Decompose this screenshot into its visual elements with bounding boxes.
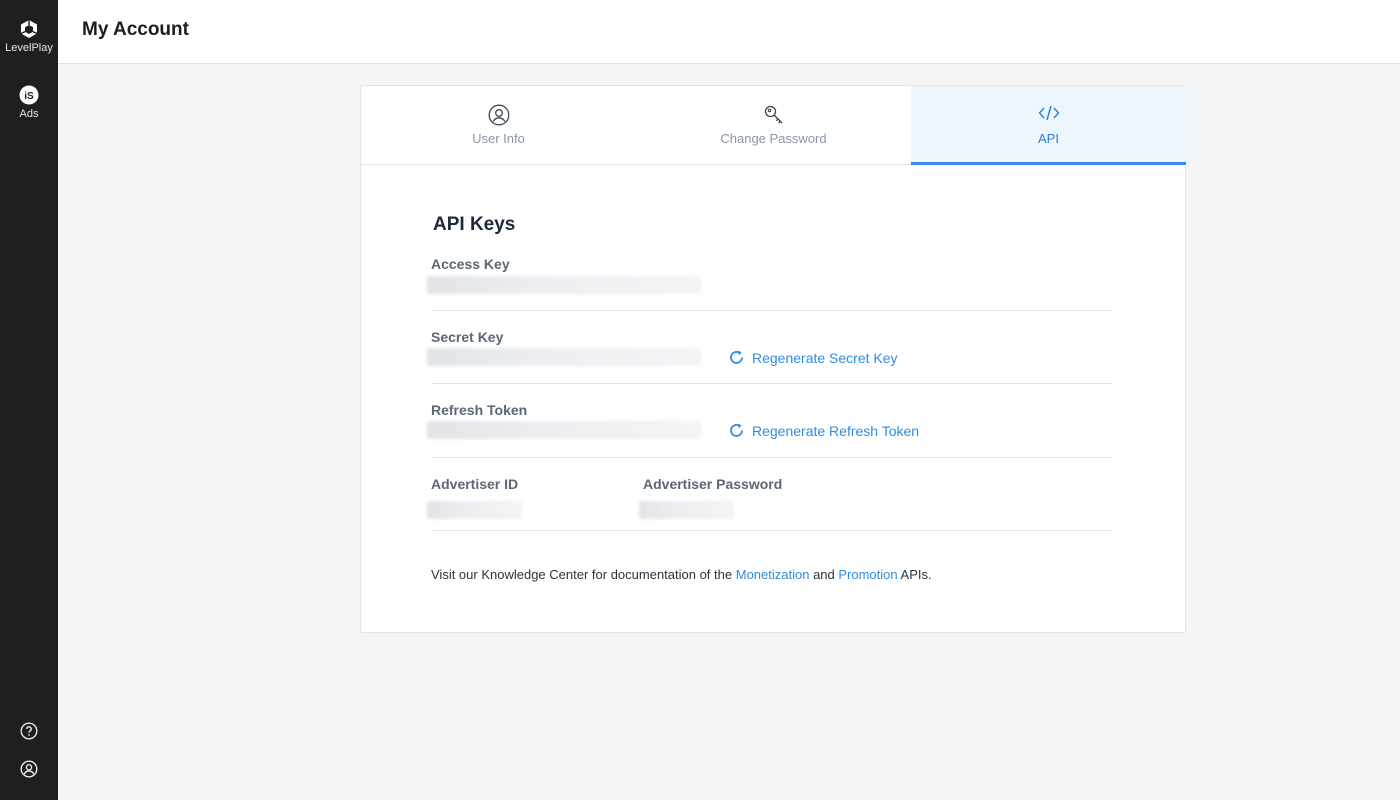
footnote-text: and bbox=[809, 567, 839, 582]
advertiser-id-label: Advertiser ID bbox=[431, 476, 519, 492]
tab-api[interactable]: API bbox=[911, 86, 1186, 165]
user-circle-icon bbox=[488, 104, 509, 126]
tab-label: Change Password bbox=[720, 131, 827, 146]
access-key-label: Access Key bbox=[431, 256, 510, 272]
help-icon bbox=[20, 722, 38, 740]
code-icon bbox=[1038, 105, 1059, 121]
sidebar-item-label: Ads bbox=[19, 108, 39, 120]
top-bar: My Account bbox=[58, 0, 1400, 64]
divider bbox=[432, 310, 1113, 311]
regenerate-secret-key-label: Regenerate Secret Key bbox=[752, 349, 898, 366]
secret-key-value bbox=[427, 348, 701, 366]
is-logo-icon: iS bbox=[19, 85, 39, 105]
tab-label: User Info bbox=[472, 131, 525, 146]
footnote-text: Visit our Knowledge Center for documenta… bbox=[431, 567, 736, 582]
sidebar-item-ads[interactable]: iS Ads bbox=[0, 85, 58, 120]
refresh-token-value bbox=[427, 421, 701, 439]
refresh-icon bbox=[730, 350, 743, 364]
help-button[interactable] bbox=[0, 722, 58, 740]
documentation-note: Visit our Knowledge Center for documenta… bbox=[431, 567, 932, 582]
advertiser-password-value bbox=[639, 501, 734, 519]
advertiser-password-label: Advertiser Password bbox=[643, 476, 783, 492]
regenerate-secret-key-button[interactable]: Regenerate Secret Key bbox=[728, 349, 898, 366]
account-card: User Info Change Password API API Keys A… bbox=[360, 85, 1186, 633]
tab-label: API bbox=[1038, 131, 1059, 146]
page-title: My Account bbox=[82, 19, 189, 40]
promotion-link[interactable]: Promotion bbox=[838, 567, 897, 582]
access-key-value bbox=[427, 276, 701, 294]
regenerate-refresh-token-label: Regenerate Refresh Token bbox=[752, 422, 920, 439]
svg-text:iS: iS bbox=[24, 91, 34, 102]
key-icon bbox=[764, 105, 782, 124]
unity-logo-icon bbox=[20, 20, 38, 38]
divider bbox=[432, 383, 1113, 384]
refresh-icon bbox=[730, 423, 743, 437]
account-button[interactable] bbox=[0, 760, 58, 778]
tab-change-password[interactable]: Change Password bbox=[636, 86, 911, 165]
advertiser-id-value bbox=[427, 501, 522, 519]
section-title: API Keys bbox=[433, 214, 516, 235]
secret-key-label: Secret Key bbox=[431, 329, 504, 345]
tab-user-info[interactable]: User Info bbox=[361, 86, 636, 165]
refresh-token-label: Refresh Token bbox=[431, 402, 528, 418]
user-account-icon bbox=[20, 760, 38, 778]
divider bbox=[432, 530, 1113, 531]
sidebar-item-label: LevelPlay bbox=[5, 42, 53, 54]
tab-bar: User Info Change Password API bbox=[361, 86, 1186, 165]
sidebar: LevelPlay iS Ads bbox=[0, 0, 58, 800]
divider bbox=[432, 457, 1113, 458]
regenerate-refresh-token-button[interactable]: Regenerate Refresh Token bbox=[728, 422, 919, 439]
sidebar-item-levelplay[interactable]: LevelPlay bbox=[0, 19, 58, 54]
footnote-text: APIs. bbox=[897, 567, 932, 582]
monetization-link[interactable]: Monetization bbox=[736, 567, 810, 582]
